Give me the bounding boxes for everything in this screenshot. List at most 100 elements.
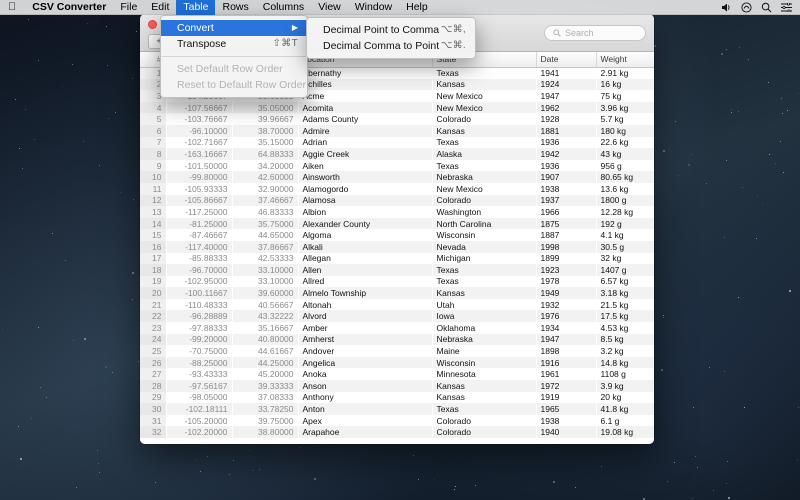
table-row[interactable]: 21 -110.48333 40.56667 Altonah Utah 1932 21.5 … bbox=[140, 298, 654, 311]
table-cell[interactable]: 10 bbox=[140, 171, 166, 183]
table-cell[interactable]: 32 kg bbox=[596, 253, 654, 265]
table-cell[interactable]: Texas bbox=[432, 264, 536, 276]
table-cell[interactable]: 1947 bbox=[536, 90, 596, 102]
table-row[interactable]: 6 -96.10000 38.70000 Admire Kansas 1881 180 kg bbox=[140, 124, 654, 137]
table-cell[interactable]: -102.18111 bbox=[166, 403, 232, 415]
table-cell[interactable]: Aggie Creek bbox=[298, 148, 432, 160]
table-cell[interactable]: -102.71667 bbox=[166, 137, 232, 149]
table-cell[interactable]: 6.1 g bbox=[596, 415, 654, 427]
table-cell[interactable]: Allegan bbox=[298, 253, 432, 265]
table-cell[interactable]: 21.5 kg bbox=[596, 299, 654, 311]
table-cell[interactable]: New Mexico bbox=[432, 183, 536, 195]
table-cell[interactable]: Allen bbox=[298, 264, 432, 276]
table-cell[interactable]: Anthony bbox=[298, 392, 432, 404]
table-cell[interactable]: 34.20000 bbox=[232, 160, 298, 172]
table-cell[interactable]: Alaska bbox=[432, 148, 536, 160]
table-cell[interactable]: Washington bbox=[432, 206, 536, 218]
table-cell[interactable]: -103.76667 bbox=[166, 113, 232, 125]
table-cell[interactable]: 8.5 kg bbox=[596, 334, 654, 346]
table-cell[interactable]: 33.78250 bbox=[232, 403, 298, 415]
menu-item-decimal-comma-to-point[interactable]: Decimal Comma to Point ⌥⌘. bbox=[307, 38, 475, 54]
table-cell[interactable]: 1934 bbox=[536, 322, 596, 334]
table-cell[interactable]: Iowa bbox=[432, 310, 536, 322]
table-cell[interactable]: 46.83333 bbox=[232, 206, 298, 218]
table-cell[interactable]: 1937 bbox=[536, 195, 596, 207]
table-cell[interactable]: 27 bbox=[140, 368, 166, 381]
table-cell[interactable]: 1899 bbox=[536, 253, 596, 265]
table-cell[interactable]: Oklahoma bbox=[432, 322, 536, 334]
table-cell[interactable]: 22 bbox=[140, 310, 166, 323]
table-cell[interactable]: 32 bbox=[140, 426, 166, 438]
table-cell[interactable]: 30 bbox=[140, 403, 166, 415]
table-cell[interactable]: 38.70000 bbox=[232, 125, 298, 137]
table-cell[interactable]: Adrian bbox=[298, 137, 432, 149]
table-cell[interactable]: -110.48333 bbox=[166, 299, 232, 311]
table-cell[interactable]: 80.65 kg bbox=[596, 171, 654, 183]
table-row[interactable]: 19 -102.95000 33.10000 Allred Texas 1978 6.57 … bbox=[140, 275, 654, 288]
table-row[interactable]: 14 -81.25000 35.75000 Alexander County North… bbox=[140, 217, 654, 230]
table-row[interactable]: 12 -105.86667 37.46667 Alamosa Colorado 1937 1… bbox=[140, 194, 654, 207]
table-cell[interactable]: 33.10000 bbox=[232, 264, 298, 276]
table-cell[interactable]: Adams County bbox=[298, 113, 432, 125]
table-cell[interactable]: Wisconsin bbox=[432, 229, 536, 241]
table-cell[interactable]: -100.11667 bbox=[166, 287, 232, 299]
table-cell[interactable]: 5 bbox=[140, 113, 166, 125]
table-cell[interactable]: 1919 bbox=[536, 392, 596, 404]
table-cell[interactable]: 24 bbox=[140, 333, 166, 346]
table-row[interactable]: 30 -102.18111 33.78250 Anton Texas 1965 41.8 k… bbox=[140, 403, 654, 415]
column-header-date[interactable]: Date bbox=[536, 52, 597, 68]
table-cell[interactable]: Nebraska bbox=[432, 171, 536, 183]
table-cell[interactable]: -81.25000 bbox=[166, 218, 232, 230]
table-cell[interactable]: 1936 bbox=[536, 160, 596, 172]
table-cell[interactable]: 40.56667 bbox=[232, 299, 298, 311]
table-cell[interactable]: Utah bbox=[432, 299, 536, 311]
table-cell[interactable]: Alamosa bbox=[298, 195, 432, 207]
table-row[interactable]: 15 -87.46667 44.65000 Algoma Wisconsin 1887 4.… bbox=[140, 229, 654, 241]
table-cell[interactable]: 35.05000 bbox=[232, 102, 298, 114]
table-cell[interactable]: New Mexico bbox=[432, 102, 536, 114]
table-cell[interactable]: Admire bbox=[298, 125, 432, 137]
table-cell[interactable]: 1887 bbox=[536, 229, 596, 241]
table-cell[interactable]: 28 bbox=[140, 380, 166, 392]
table-cell[interactable]: Anoka bbox=[298, 368, 432, 380]
table-cell[interactable]: 9 bbox=[140, 159, 166, 172]
table-cell[interactable]: 4.1 kg bbox=[596, 229, 654, 241]
table-cell[interactable]: 1875 bbox=[536, 218, 596, 230]
table-cell[interactable]: Almelo Township bbox=[298, 287, 432, 299]
table-cell[interactable]: Apex bbox=[298, 415, 432, 427]
table-cell[interactable]: 35.15000 bbox=[232, 137, 298, 149]
table-cell[interactable]: 1949 bbox=[536, 287, 596, 299]
table-cell[interactable]: Colorado bbox=[432, 426, 536, 438]
table-cell[interactable]: 1965 bbox=[536, 403, 596, 415]
table-cell[interactable]: -98.05000 bbox=[166, 392, 232, 404]
table-cell[interactable]: 39.60000 bbox=[232, 287, 298, 299]
table-row[interactable]: 28 -97.56167 39.33333 Anson Kansas 1972 3.9 kg bbox=[140, 380, 654, 392]
table-row[interactable]: 22 -96.28889 43.32222 Alvord Iowa 1976 17.5 kg bbox=[140, 310, 654, 323]
table-cell[interactable]: Acme bbox=[298, 90, 432, 102]
menu-view[interactable]: View bbox=[311, 0, 348, 15]
table-cell[interactable]: 3.2 kg bbox=[596, 345, 654, 357]
table-cell[interactable]: 1907 bbox=[536, 171, 596, 183]
table-cell[interactable]: 29 bbox=[140, 391, 166, 404]
table-cell[interactable]: 15 bbox=[140, 229, 166, 241]
search-field[interactable]: Search bbox=[544, 25, 646, 41]
table-cell[interactable]: 33.10000 bbox=[232, 276, 298, 288]
table-cell[interactable]: Kansas bbox=[432, 79, 536, 91]
table-cell[interactable]: -96.10000 bbox=[166, 125, 232, 137]
table-cell[interactable]: -105.20000 bbox=[166, 415, 232, 427]
table-cell[interactable]: Ainsworth bbox=[298, 171, 432, 183]
table-cell[interactable]: Abernathy bbox=[298, 67, 432, 79]
table-cell[interactable]: 38.80000 bbox=[232, 426, 298, 438]
table-cell[interactable]: 1923 bbox=[536, 264, 596, 276]
table-row[interactable]: 27 -93.43333 45.20000 Anoka Minnesota 1961 110… bbox=[140, 368, 654, 381]
table-cell[interactable]: 39.75000 bbox=[232, 415, 298, 427]
table-cell[interactable]: North Carolina bbox=[432, 218, 536, 230]
menu-edit[interactable]: Edit bbox=[144, 0, 176, 15]
table-cell[interactable]: -93.43333 bbox=[166, 368, 232, 380]
table-cell[interactable]: -105.93333 bbox=[166, 183, 232, 195]
table-cell[interactable]: 956 g bbox=[596, 160, 654, 172]
table-cell[interactable]: Altonah bbox=[298, 299, 432, 311]
table-cell[interactable]: 16 bbox=[140, 240, 166, 253]
table-cell[interactable]: 17 bbox=[140, 252, 166, 265]
table-cell[interactable]: 1942 bbox=[536, 148, 596, 160]
